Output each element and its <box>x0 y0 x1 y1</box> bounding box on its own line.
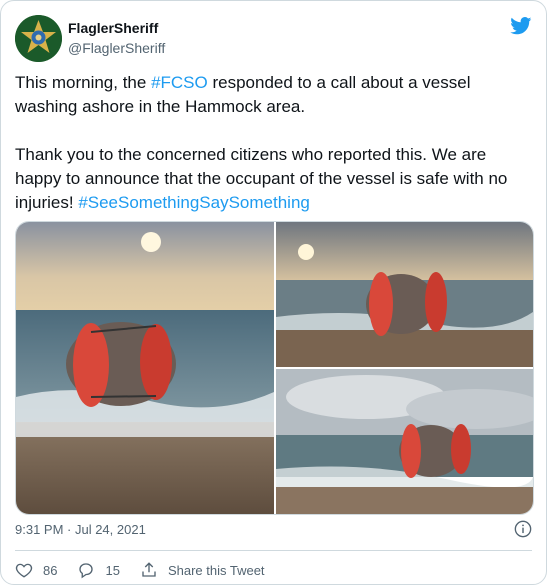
photo-vessel-shore[interactable] <box>276 222 533 367</box>
tweet-text: This morning, the #FCSO responded to a c… <box>15 71 525 215</box>
media-grid <box>15 221 534 515</box>
photo-vessel-sunrise[interactable] <box>16 222 274 514</box>
sheriff-badge-icon <box>15 15 62 62</box>
reply-count: 15 <box>105 562 120 578</box>
avatar[interactable] <box>15 15 62 62</box>
photo-vessel-beach[interactable] <box>276 369 533 514</box>
share-button[interactable]: Share this Tweet <box>140 561 265 579</box>
heart-icon <box>15 563 33 578</box>
reply-icon <box>79 563 94 579</box>
tweet-card: FlaglerSheriff @FlaglerSheriff This morn… <box>0 0 547 585</box>
tweet-actions: 86 15 Share this Tweet <box>15 559 285 581</box>
hashtag-seesomething-link[interactable]: #SeeSomethingSaySomething <box>78 193 310 212</box>
twitter-bird-icon[interactable] <box>510 17 532 35</box>
author-handle[interactable]: @FlaglerSheriff <box>68 40 165 56</box>
info-icon[interactable] <box>514 520 532 538</box>
tweet-text-segment: This morning, the <box>15 73 152 92</box>
divider <box>15 550 532 551</box>
hashtag-fcso-link[interactable]: #FCSO <box>151 73 208 92</box>
tweet-timestamp[interactable]: 9:31 PM · Jul 24, 2021 <box>15 522 146 537</box>
author-name[interactable]: FlaglerSheriff <box>68 20 158 36</box>
like-count: 86 <box>43 562 58 578</box>
like-button[interactable]: 86 <box>15 561 57 579</box>
share-label: Share this Tweet <box>167 562 265 578</box>
reply-button[interactable]: 15 <box>77 561 120 579</box>
share-icon <box>142 562 156 577</box>
